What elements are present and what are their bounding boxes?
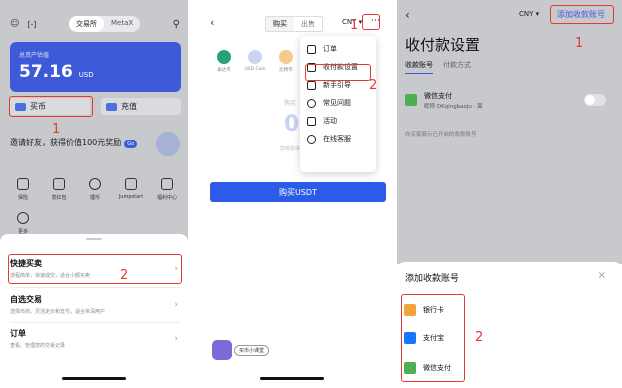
wechat-account: 昵称 OKqingbaoju · 嵩: [424, 104, 483, 110]
document-icon: [307, 44, 316, 54]
buy-header: ‹ 购买 出售 CNY ▾ ⋯: [210, 16, 386, 32]
menu-item-faq[interactable]: 常见问题: [300, 94, 376, 112]
annotation-2: 2: [369, 78, 378, 93]
home-background: [0, 0, 188, 240]
feature-grid: 保险 发红包 理币 Jumpstart 福利中心: [6, 178, 184, 201]
gift-icon: [307, 116, 316, 126]
menu-item-orders[interactable]: 订单: [300, 40, 376, 58]
chevron-right-icon: ›: [174, 334, 178, 344]
envelope-icon: [53, 178, 65, 190]
tab-receive-accounts[interactable]: 收款账号: [405, 60, 433, 74]
rocket-icon: [125, 178, 137, 190]
grid-item-insurance[interactable]: 保险: [6, 178, 40, 201]
back-icon[interactable]: ‹: [210, 16, 214, 29]
wechat-account-row[interactable]: 微信支付 昵称 OKqingbaoju · 嵩: [405, 88, 614, 120]
tab-sell[interactable]: 出售: [294, 17, 322, 31]
invite-banner[interactable]: 邀请好友，获得价值100元奖励 Go: [10, 137, 138, 148]
coin-usdc[interactable]: USD Coin: [241, 50, 269, 73]
asset-card[interactable]: 总资产估值 57.16 USD: [10, 42, 181, 92]
sheet-title: 添加收款账号: [405, 274, 460, 284]
usdc-icon: [248, 50, 262, 64]
sheet-item-orders[interactable]: 订单 查看、管理您的交易记录 ›: [10, 328, 180, 349]
highlight-quick-trade: [8, 254, 182, 284]
annotation-2: 2: [475, 330, 484, 345]
asset-label: 总资产估值: [19, 52, 50, 59]
headset-icon: [307, 134, 316, 144]
highlight-payment-settings: [305, 64, 371, 81]
grid-item-more[interactable]: 更多: [17, 212, 29, 235]
helper-widget[interactable]: 买币小课堂: [212, 340, 270, 360]
wechat-label: 微信支付: [424, 92, 452, 100]
tab-payment-methods[interactable]: 付款方式: [443, 60, 471, 74]
wallet-icon: [106, 102, 117, 111]
question-icon: [307, 98, 316, 108]
asset-value: 57.16 USD: [19, 62, 94, 82]
tutorial-composite: ☺ [-] 交易所 MetaX ⚲ 总资产估值 57.16 USD 买币 充值 …: [0, 0, 622, 388]
more-dropdown-menu: 订单 收付款设置 新手引导 常见问题 活动 在线客服: [300, 36, 376, 172]
menu-item-support[interactable]: 在线客服: [300, 130, 376, 148]
annotation-1: 1: [575, 36, 584, 51]
highlight-add-account: [550, 5, 614, 24]
divider: [10, 287, 180, 288]
shield-icon: [17, 178, 29, 190]
home-indicator: [62, 377, 126, 380]
sheet-item-p2p[interactable]: 自选交易 选择币商，灵活定价和支付，适合资深用户 ›: [10, 294, 180, 315]
grid-item-jumpstart[interactable]: Jumpstart: [114, 178, 148, 201]
helper-label: 买币小课堂: [234, 344, 270, 356]
panel-home: ☺ [-] 交易所 MetaX ⚲ 总资产估值 57.16 USD 买币 充值 …: [0, 0, 188, 388]
currency-select[interactable]: CNY ▾: [519, 10, 539, 18]
highlight-more-menu: [362, 14, 380, 30]
sheet-handle[interactable]: [86, 238, 102, 240]
panel-payment-settings: ‹ CNY ▾ 添加收款账号 1 收付款设置 收款账号 付款方式 微信支付 昵称…: [397, 0, 622, 388]
highlight-buy-crypto: [9, 96, 93, 117]
chevron-right-icon: ›: [174, 300, 178, 310]
tab-buy[interactable]: 购买: [266, 17, 294, 31]
buy-sell-tabs: 购买 出售: [265, 16, 323, 32]
panel-buy: ‹ 购买 出售 CNY ▾ ⋯ 1 泰达币 USD Coin 比特币 以太坊 购…: [204, 0, 390, 388]
menu-item-events[interactable]: 活动: [300, 112, 376, 130]
highlight-payment-options: [401, 294, 465, 382]
close-icon[interactable]: ×: [598, 270, 606, 281]
coin-usdt[interactable]: 泰达币: [210, 50, 238, 73]
wechat-toggle[interactable]: [584, 94, 606, 106]
gift-icon: [161, 178, 173, 190]
search-icon[interactable]: ⚲: [173, 19, 180, 30]
wechat-icon: [405, 94, 417, 106]
deposit-button[interactable]: 充值: [101, 98, 181, 115]
scan-icon[interactable]: [-]: [27, 20, 36, 29]
annotation-2: 2: [120, 268, 129, 283]
coin-icon: [89, 178, 101, 190]
tab-exchange[interactable]: 交易所: [69, 16, 104, 32]
grid-item-earn[interactable]: 理币: [78, 178, 112, 201]
annotation-1: 1: [350, 18, 359, 33]
tab-metax[interactable]: MetaX: [104, 16, 140, 32]
amount-label: 购买: [284, 100, 297, 107]
settings-hint: 向买家展示已开启的收款账号: [405, 132, 477, 138]
home-header: ☺ [-] 交易所 MetaX ⚲: [10, 16, 180, 32]
back-icon[interactable]: ‹: [405, 8, 410, 22]
home-indicator: [260, 377, 324, 380]
profile-icon[interactable]: ☺: [10, 19, 19, 29]
page-title: 收付款设置: [405, 36, 481, 54]
coin-btc[interactable]: 比特币: [272, 50, 300, 73]
divider: [10, 322, 180, 323]
invite-illustration: [156, 132, 180, 156]
more-icon: [17, 212, 29, 224]
annotation-1: 1: [52, 122, 61, 137]
tether-icon: [217, 50, 231, 64]
settings-tabs: 收款账号 付款方式: [405, 60, 481, 74]
play-icon: [307, 80, 316, 90]
grid-item-rewards[interactable]: 福利中心: [150, 178, 184, 201]
mode-switch: 交易所 MetaX: [69, 16, 141, 32]
bitcoin-icon: [279, 50, 293, 64]
robot-icon: [212, 340, 232, 360]
buy-usdt-button[interactable]: 购买USDT: [210, 182, 386, 202]
grid-item-redpacket[interactable]: 发红包: [42, 178, 76, 201]
amount-input[interactable]: 0: [284, 112, 299, 137]
